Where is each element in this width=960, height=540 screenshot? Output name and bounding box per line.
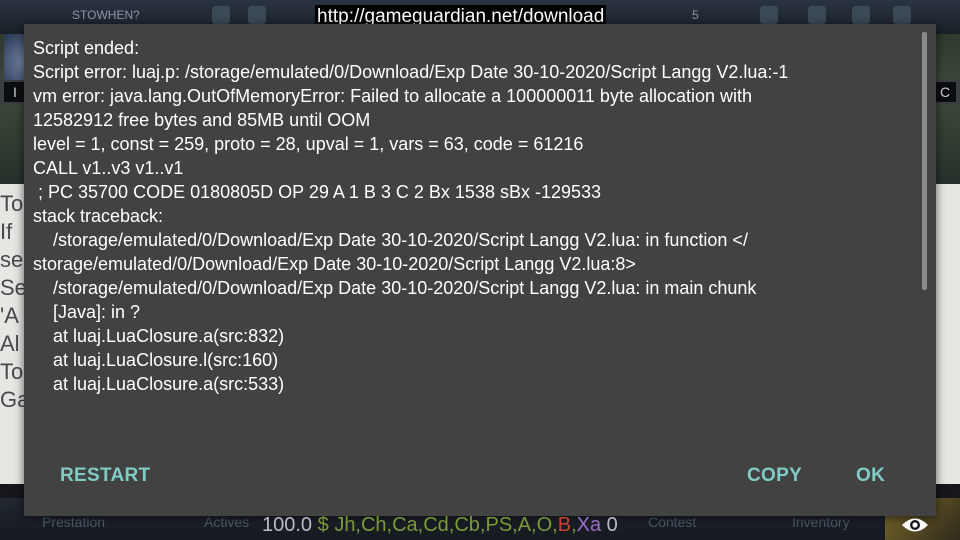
ticker-regions: Jh,Ch,Ca,Cd,Cb,PS,A,O, xyxy=(334,514,558,536)
ticker-region-red: B xyxy=(557,514,572,536)
error-message-line: [Java]: in ? xyxy=(33,302,141,322)
game-top-icon[interactable] xyxy=(248,6,266,24)
error-message-line: at luaj.LuaClosure.a(src:533) xyxy=(33,374,285,394)
game-top-count: 5 xyxy=(692,8,699,22)
game-exit-icon[interactable] xyxy=(893,6,911,24)
ticker-dollar: $ xyxy=(317,514,329,536)
error-message-line: stack traceback: xyxy=(33,206,164,226)
error-message-line: Script ended: xyxy=(33,38,140,58)
gg-status-ticker: 100.0 $ Jh,Ch,Ca,Cd,Cb,PS,A,O,B,Xa 0 xyxy=(262,514,618,537)
screen: STOWHEN? 5 I C To If se Se 'A Al To Ga Prestati… xyxy=(0,0,960,540)
ok-button[interactable]: OK xyxy=(856,462,885,490)
error-message-line: at luaj.LuaClosure.l(src:160) xyxy=(33,350,279,370)
restart-button[interactable]: RESTART xyxy=(60,462,150,490)
error-message-line: 12582912 free bytes and 85MB until OOM xyxy=(33,110,371,130)
ticker-region-purple: Xa xyxy=(576,514,602,536)
error-message-line: /storage/emulated/0/Download/Exp Date 30… xyxy=(33,230,748,250)
game-tab[interactable]: Actives xyxy=(204,514,249,530)
copy-button[interactable]: COPY xyxy=(747,462,802,490)
game-top-label: STOWHEN? xyxy=(72,8,140,22)
game-tab[interactable]: Inventory xyxy=(792,514,850,530)
ticker-tail: 0 xyxy=(601,514,618,536)
eye-icon[interactable] xyxy=(900,514,930,536)
error-message-line: ; PC 35700 CODE 0180805D OP 29 A 1 B 3 C… xyxy=(33,182,602,202)
game-tab[interactable]: Prestation xyxy=(42,514,105,530)
error-message-scroll[interactable]: Script ended: Script error: luaj.p: /stor… xyxy=(33,36,923,446)
game-tab[interactable]: Contest xyxy=(648,514,696,530)
error-message-line: /storage/emulated/0/Download/Exp Date 30… xyxy=(33,278,757,298)
error-message-line: level = 1, const = 259, proto = 28, upva… xyxy=(33,134,584,154)
game-top-icon[interactable] xyxy=(212,6,230,24)
game-mail-icon[interactable] xyxy=(808,6,826,24)
script-error-dialog: Script ended: Script error: luaj.p: /stor… xyxy=(24,24,936,516)
scrollbar[interactable] xyxy=(922,32,927,290)
error-message-line: vm error: java.lang.OutOfMemoryError: Fa… xyxy=(33,86,753,106)
error-message-line: storage/emulated/0/Download/Exp Date 30-… xyxy=(33,254,636,274)
error-message-line: CALL v1..v3 v1..v1 xyxy=(33,158,184,178)
ticker-value: 100.0 xyxy=(262,514,313,536)
error-message-line: Script error: luaj.p: /storage/emulated/… xyxy=(33,62,789,82)
error-message-line: at luaj.LuaClosure.a(src:832) xyxy=(33,326,285,346)
game-left-chip[interactable]: I xyxy=(4,82,26,102)
game-plus-icon[interactable] xyxy=(760,6,778,24)
game-settings-icon[interactable] xyxy=(852,6,870,24)
game-right-chip[interactable]: C xyxy=(934,82,956,102)
